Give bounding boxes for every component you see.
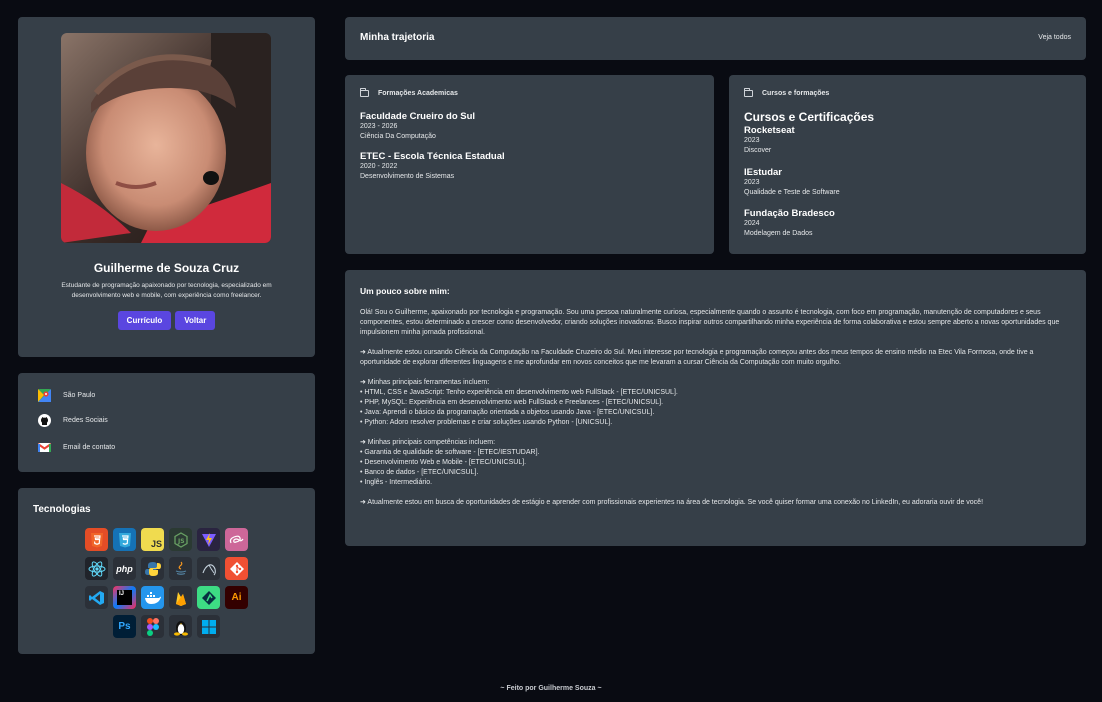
formacao-title: ETEC - Escola Técnica Estadual xyxy=(360,151,505,162)
curso-title: IEstudar xyxy=(744,167,783,178)
formacao-years: 2023 - 2026 xyxy=(360,123,398,130)
figma-icon xyxy=(141,615,164,638)
curso-year: 2023 xyxy=(744,179,760,186)
about-tools: ➜ Minhas principais ferramentas incluem:… xyxy=(360,378,1074,428)
profile-actions: Currículo Voltar xyxy=(18,311,315,330)
formacoes-header: Formações Academicas xyxy=(360,88,458,97)
intellij-glyph: IJ xyxy=(117,590,132,605)
folder-icon xyxy=(360,88,369,97)
curriculo-button[interactable]: Currículo xyxy=(117,311,172,330)
avatar xyxy=(61,33,271,243)
formacao-item: ETEC - Escola Técnica Estadual 2020 - 20… xyxy=(360,151,505,182)
intellij-icon: IJ xyxy=(113,586,136,609)
technologies-title: Tecnologias xyxy=(33,504,91,515)
php-icon: php xyxy=(113,557,136,580)
curso-year: 2024 xyxy=(744,220,760,227)
curso-course: Discover xyxy=(744,147,772,154)
trajetoria-bar: Minha trajetoria Veja todos xyxy=(345,17,1086,60)
mysql-icon xyxy=(197,557,220,580)
about-skills: ➜ Minhas principais competências incluem… xyxy=(360,438,1074,488)
formacao-title: Faculdade Crueiro do Sul xyxy=(360,111,476,122)
about-paragraph: ➜ Atualmente estou cursando Ciência da C… xyxy=(360,349,1034,366)
link-social[interactable]: Redes Sociais xyxy=(38,414,108,427)
cursos-title: Cursos e Certificações xyxy=(744,110,875,124)
google-maps-icon xyxy=(38,389,51,402)
cursos-header: Cursos e formações xyxy=(744,88,830,97)
trajetoria-title: Minha trajetoria xyxy=(360,32,435,43)
java-icon xyxy=(169,557,192,580)
html5-icon xyxy=(85,528,108,551)
github-icon xyxy=(38,414,51,427)
about-paragraph: Olá! Sou o Guilherme, apaixonado por tec… xyxy=(360,309,1060,336)
curso-year: 2023 xyxy=(744,137,760,144)
about-body: Olá! Sou o Guilherme, apaixonado por tec… xyxy=(360,308,1074,518)
firebase-icon xyxy=(169,586,192,609)
profile-name: Guilherme de Souza Cruz xyxy=(93,261,240,275)
photoshop-icon: Ps xyxy=(113,615,136,638)
veja-todos-link[interactable]: Veja todos xyxy=(1038,34,1071,41)
formacoes-card: Formações Academicas Faculdade Crueiro d… xyxy=(345,75,714,254)
link-social-label: Redes Sociais xyxy=(63,417,108,424)
docker-icon xyxy=(141,586,164,609)
gmail-icon xyxy=(37,441,52,454)
link-location[interactable]: São Paulo xyxy=(38,389,95,402)
profile-bio: Estudante de programação apaixonado por … xyxy=(61,282,272,299)
nodejs-icon: JS xyxy=(169,528,192,551)
formacao-item: Faculdade Crueiro do Sul 2023 - 2026 Ciê… xyxy=(360,111,475,142)
about-card: Um pouco sobre mim: Olá! Sou o Guilherme… xyxy=(345,270,1086,546)
sass-icon xyxy=(225,528,248,551)
formacao-years: 2020 - 2022 xyxy=(360,163,398,170)
formacao-course: Ciência Da Computação xyxy=(360,133,436,140)
python-icon xyxy=(141,557,164,580)
curso-title: Rocketseat xyxy=(744,125,795,136)
formacoes-header-label: Formações Academicas xyxy=(378,90,458,97)
folder-icon xyxy=(744,88,753,97)
svg-text:JS: JS xyxy=(177,538,185,545)
voltar-button[interactable]: Voltar xyxy=(175,311,216,330)
link-email-label: Email de contato xyxy=(63,444,116,451)
about-skill-item: • Garantia de qualidade de software - [E… xyxy=(360,449,540,456)
linux-icon xyxy=(169,615,192,638)
about-title: Um pouco sobre mim: xyxy=(360,286,450,296)
windows-icon xyxy=(197,615,220,638)
illustrator-icon: Ai xyxy=(225,586,248,609)
about-skill-item: • Desenvolvimento Web e Mobile - [ETEC/U… xyxy=(360,459,527,466)
contact-links-card: São Paulo Redes Sociais Email de contato xyxy=(18,373,315,472)
react-icon xyxy=(85,557,108,580)
about-skills-title: ➜ Minhas principais competências incluem… xyxy=(360,439,496,446)
technologies-card: Tecnologias JS JS php IJ Ai Ps xyxy=(18,488,315,654)
css3-icon xyxy=(113,528,136,551)
curso-item: Fundação Bradesco 2024 Modelagem de Dado… xyxy=(744,208,835,239)
cursos-header-label: Cursos e formações xyxy=(762,90,830,97)
curso-title: Fundação Bradesco xyxy=(744,208,835,219)
curso-item: IEstudar 2023 Qualidade e Teste de Softw… xyxy=(744,167,840,198)
about-paragraph: ➜ Atualmente estou em busca de oportunid… xyxy=(360,499,984,506)
profile-card: Guilherme de Souza Cruz Estudante de pro… xyxy=(18,17,315,357)
about-skill-item: • Banco de dados - [ETEC/UNICSUL]. xyxy=(360,469,479,476)
about-tools-title: ➜ Minhas principais ferramentas incluem: xyxy=(360,379,490,386)
vscode-icon xyxy=(85,586,108,609)
curso-course: Qualidade e Teste de Software xyxy=(744,189,840,196)
about-tool-item: • Java: Aprendi o básico da programação … xyxy=(360,409,655,416)
javascript-icon: JS xyxy=(141,528,164,551)
about-tool-item: • Python: Adoro resolver problemas e cri… xyxy=(360,419,613,426)
about-tool-item: • PHP, MySQL: Experiência em desenvolvim… xyxy=(360,399,664,406)
link-location-label: São Paulo xyxy=(63,392,96,399)
footer-credit: ~ Feito por Guilherme Souza ~ xyxy=(500,685,602,692)
technologies-grid: JS JS php IJ Ai Ps xyxy=(18,528,315,644)
about-skill-item: • Inglês - Intermediário. xyxy=(360,479,433,486)
about-tool-item: • HTML, CSS e JavaScript: Tenho experiên… xyxy=(360,389,678,396)
vite-icon xyxy=(197,528,220,551)
curso-course: Modelagem de Dados xyxy=(744,230,813,237)
link-email[interactable]: Email de contato xyxy=(37,441,116,454)
formacao-course: Desenvolvimento de Sistemas xyxy=(360,173,455,180)
cursos-card: Cursos e formações Cursos e Certificaçõe… xyxy=(729,75,1086,254)
git-icon xyxy=(225,557,248,580)
curso-item: Rocketseat 2023 Discover xyxy=(744,125,795,156)
android-studio-icon xyxy=(197,586,220,609)
